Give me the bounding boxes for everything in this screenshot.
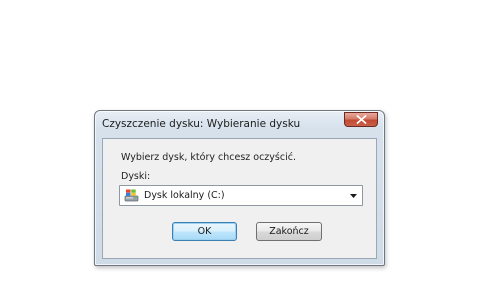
dialog-body: Wybierz dysk, który chcesz oczyścić. Dys… xyxy=(102,138,377,259)
cancel-button[interactable]: Zakończ xyxy=(256,222,322,241)
ok-button[interactable]: OK xyxy=(172,222,237,241)
drive-select-value: Dysk lokalny (C:) xyxy=(144,190,225,201)
ok-button-label: OK xyxy=(197,226,212,237)
instruction-text: Wybierz dysk, który chcesz oczyścić. xyxy=(121,152,296,163)
close-button[interactable] xyxy=(344,112,378,127)
disk-cleanup-dialog: Czyszczenie dysku: Wybieranie dysku Wybi… xyxy=(94,110,385,266)
cancel-button-label: Zakończ xyxy=(269,226,309,237)
hard-drive-icon xyxy=(124,189,139,202)
chevron-down-icon[interactable] xyxy=(349,192,358,200)
title-bar[interactable]: Czyszczenie dysku: Wybieranie dysku xyxy=(95,111,384,135)
desktop-background: Czyszczenie dysku: Wybieranie dysku Wybi… xyxy=(0,0,480,300)
drive-select[interactable]: Dysk lokalny (C:) xyxy=(119,185,363,206)
window-title: Czyszczenie dysku: Wybieranie dysku xyxy=(102,118,301,130)
close-icon xyxy=(356,115,366,124)
drives-label: Dyski: xyxy=(121,171,151,182)
